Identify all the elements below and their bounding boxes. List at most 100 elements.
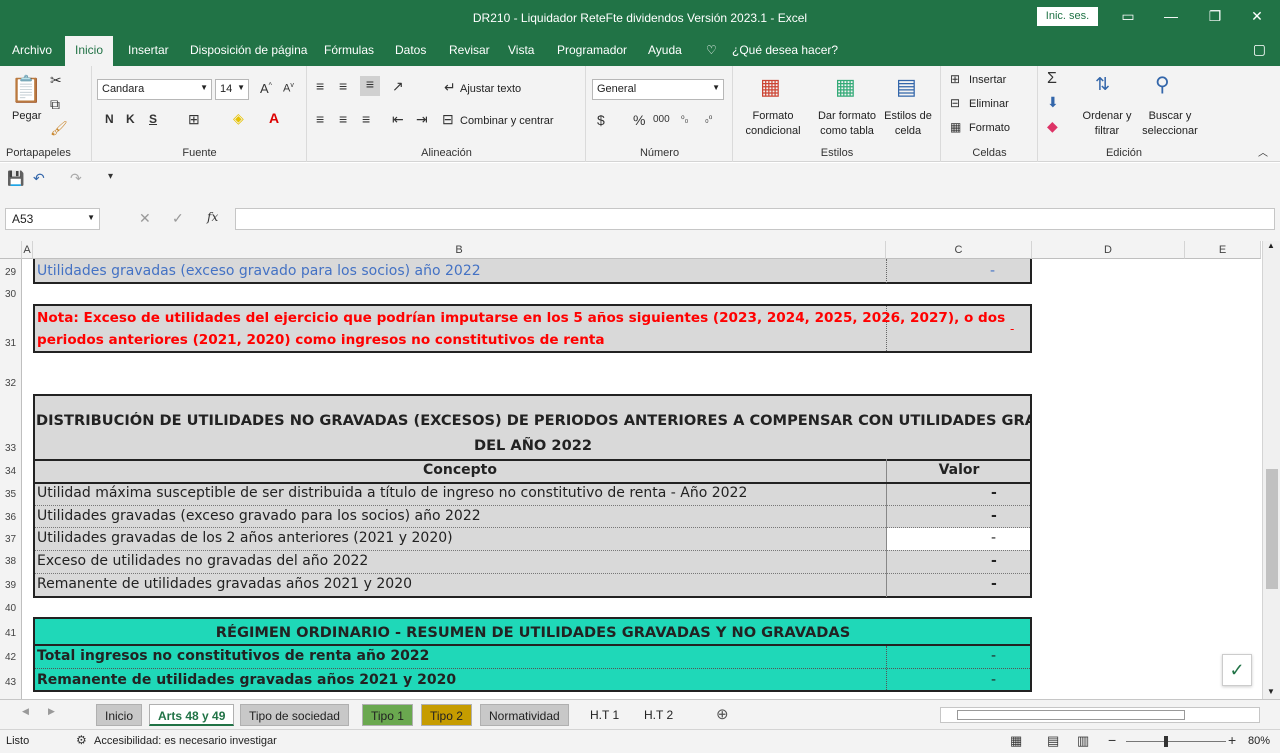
row-header-34[interactable]: 34	[0, 460, 22, 483]
find-select-button[interactable]: Buscar y seleccionar	[1135, 109, 1205, 139]
underline-button[interactable]: S	[149, 112, 157, 126]
next-sheet-icon[interactable]: ▶	[48, 706, 55, 717]
comment-icon[interactable]: ▢	[1253, 41, 1266, 58]
delete-cells-button[interactable]: Eliminar	[969, 98, 1009, 110]
format-as-table-button[interactable]: Dar formato como tabla	[812, 109, 882, 139]
row-header-32[interactable]: 32	[0, 353, 22, 395]
zoom-slider[interactable]	[1126, 736, 1226, 747]
sheet-tab-ht-2[interactable]: H.T 2	[636, 704, 681, 726]
row-42-value[interactable]: -	[991, 648, 996, 664]
row-header-42[interactable]: 42	[0, 645, 22, 669]
tell-me-input[interactable]: ¿Qué desea hacer?	[732, 43, 838, 57]
tab-archivo[interactable]: Archivo	[12, 43, 52, 57]
distribution-title-line-2[interactable]: DEL AÑO 2022	[36, 437, 1030, 454]
cell-styles-button[interactable]: Estilos de celda	[882, 109, 934, 139]
scroll-down-icon[interactable]: ▼	[1267, 687, 1275, 696]
row-37-value[interactable]: -	[991, 530, 996, 546]
row-35-concept[interactable]: Utilidad máxima susceptible de ser distr…	[37, 485, 747, 501]
row-29-value[interactable]: -	[990, 263, 995, 279]
tab-ayuda[interactable]: Ayuda	[648, 43, 682, 57]
header-concepto[interactable]: Concepto	[36, 462, 884, 478]
font-name-combo[interactable]: Candara ▼	[97, 79, 212, 100]
checkmark-icon[interactable]: ✓	[1222, 654, 1252, 686]
fill-color-icon[interactable]: ◈	[233, 110, 244, 127]
row-39-concept[interactable]: Remanente de utilidades gravadas años 20…	[37, 576, 412, 592]
currency-icon[interactable]: $	[597, 112, 605, 128]
horizontal-scrollbar[interactable]	[940, 707, 1260, 723]
decrease-font-icon[interactable]: Av	[283, 82, 294, 95]
row-header-41[interactable]: 41	[0, 619, 22, 645]
row-header-39[interactable]: 39	[0, 573, 22, 597]
sheet-tab-normatividad[interactable]: Normatividad	[480, 704, 569, 726]
column-header-d[interactable]: D	[1032, 241, 1185, 259]
conditional-format-button[interactable]: Formato condicional	[738, 109, 808, 139]
close-icon[interactable]: ✕	[1246, 6, 1268, 26]
percent-icon[interactable]: %	[633, 112, 645, 128]
row-header-36[interactable]: 36	[0, 506, 22, 528]
format-cells-button[interactable]: Formato	[969, 122, 1010, 134]
vertical-scroll-thumb[interactable]	[1266, 469, 1278, 589]
align-right-icon[interactable]: ≡	[362, 111, 370, 127]
row-header-40[interactable]: 40	[0, 597, 22, 619]
increase-font-icon[interactable]: A^	[260, 81, 272, 96]
row-36-concept[interactable]: Utilidades gravadas (exceso gravado para…	[37, 508, 481, 524]
select-all-corner[interactable]	[0, 241, 22, 259]
row-29-concept[interactable]: Utilidades gravadas (exceso gravado para…	[37, 263, 481, 279]
header-valor[interactable]: Valor	[888, 462, 1030, 478]
align-center-icon[interactable]: ≡	[339, 111, 347, 127]
sign-in-button[interactable]: Inic. ses.	[1037, 7, 1098, 26]
undo-icon[interactable]: ↶	[33, 170, 45, 187]
customize-qat-icon[interactable]: ▾	[108, 171, 113, 182]
tab-disposicion[interactable]: Disposición de página	[190, 43, 307, 57]
copy-icon[interactable]: ⧉	[50, 96, 60, 113]
redo-icon[interactable]: ↷	[70, 170, 82, 187]
page-break-icon[interactable]: ▥	[1077, 733, 1089, 749]
sheet-tab-inicio[interactable]: Inicio	[96, 704, 143, 726]
row-35-value[interactable]: -	[991, 485, 997, 501]
merge-icon[interactable]: ⊟	[442, 111, 454, 128]
decrease-decimal-icon[interactable]: ₀⁰	[705, 114, 712, 125]
sheet-tab-tipo-1[interactable]: Tipo 1	[362, 704, 413, 726]
column-header-c[interactable]: C	[886, 241, 1032, 259]
borders-icon[interactable]: ⊞	[188, 111, 200, 128]
add-sheet-icon[interactable]: ⊕	[716, 705, 729, 723]
note-line-1[interactable]: Nota: Exceso de utilidades del ejercicio…	[37, 310, 1005, 326]
decrease-indent-icon[interactable]: ⇤	[392, 111, 404, 128]
row-header-43[interactable]: 43	[0, 669, 22, 699]
row-39-value[interactable]: -	[991, 576, 997, 592]
row-header-29[interactable]: 29	[0, 259, 22, 283]
save-icon[interactable]: 💾	[7, 170, 24, 187]
clear-icon[interactable]: ◆	[1047, 118, 1058, 135]
row-42-concept[interactable]: Total ingresos no constitutivos de renta…	[37, 648, 429, 664]
enter-icon[interactable]: ✓	[172, 210, 184, 227]
insert-cells-button[interactable]: Insertar	[969, 74, 1006, 86]
align-left-icon[interactable]: ≡	[316, 111, 324, 127]
row-header-38[interactable]: 38	[0, 550, 22, 573]
row-37-concept[interactable]: Utilidades gravadas de los 2 años anteri…	[37, 530, 453, 546]
ribbon-display-icon[interactable]: ▭	[1117, 6, 1139, 26]
align-bottom-icon[interactable]: ≡	[360, 76, 380, 96]
minimize-icon[interactable]: —	[1160, 6, 1182, 26]
accessibility-status[interactable]: Accesibilidad: es necesario investigar	[94, 735, 277, 747]
sheet-tab-tipo-sociedad[interactable]: Tipo de sociedad	[240, 704, 349, 726]
cut-icon[interactable]: ✂	[50, 72, 62, 89]
row-43-value[interactable]: -	[991, 672, 996, 688]
prev-sheet-icon[interactable]: ◀	[22, 706, 29, 717]
sheet-tab-arts-48-49[interactable]: Arts 48 y 49	[149, 704, 235, 726]
tab-formulas[interactable]: Fórmulas	[324, 43, 374, 57]
note-line-2[interactable]: periodos anteriores (2021, 2020) como in…	[37, 332, 605, 348]
orientation-icon[interactable]: ↗	[392, 78, 404, 95]
name-box[interactable]: A53 ▼	[5, 208, 100, 230]
zoom-in-icon[interactable]: +	[1228, 732, 1236, 748]
paste-icon[interactable]: 📋	[10, 74, 42, 104]
cancel-icon[interactable]: ✕	[139, 210, 151, 227]
wrap-text-button[interactable]: Ajustar texto	[460, 83, 521, 95]
font-color-icon[interactable]: A	[269, 110, 279, 126]
increase-indent-icon[interactable]: ⇥	[416, 111, 428, 128]
tab-insertar[interactable]: Insertar	[128, 43, 169, 57]
maximize-icon[interactable]: ❐	[1204, 6, 1226, 26]
formula-input[interactable]	[235, 208, 1275, 230]
sheet-tab-ht-1[interactable]: H.T 1	[582, 704, 627, 726]
tab-vista[interactable]: Vista	[508, 43, 534, 57]
row-header-35[interactable]: 35	[0, 483, 22, 506]
